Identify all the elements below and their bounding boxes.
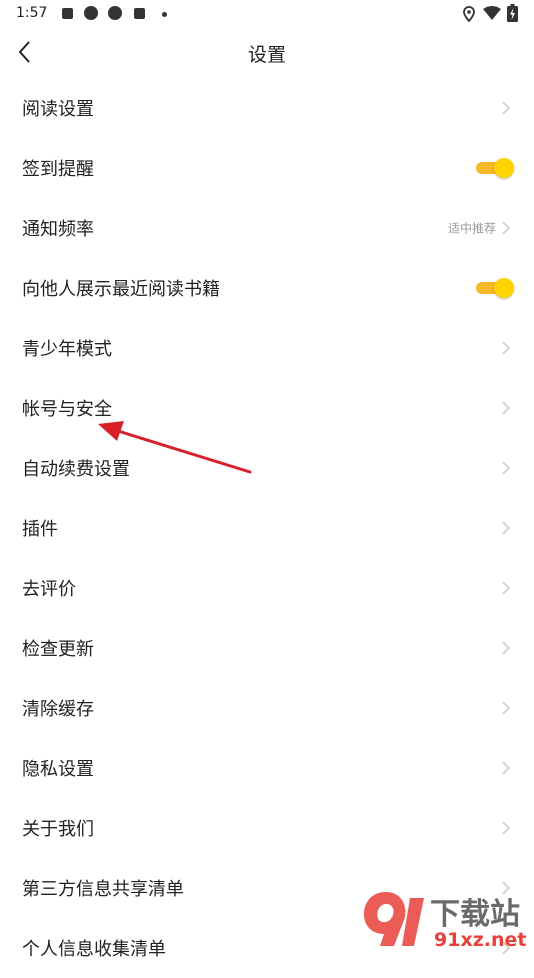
location-icon bbox=[463, 6, 475, 22]
settings-item-check-update[interactable]: 检查更新 bbox=[0, 618, 534, 678]
page-title: 设置 bbox=[247, 44, 286, 66]
settings-item-label: 检查更新 bbox=[22, 639, 94, 660]
settings-item-label: 插件 bbox=[22, 519, 58, 540]
show-recent-books-toggle[interactable] bbox=[476, 278, 514, 298]
dot-icon bbox=[162, 12, 167, 17]
chevron-right-icon bbox=[502, 101, 511, 115]
status-bar: 1:57 bbox=[0, 0, 534, 30]
settings-item-plugins[interactable]: 插件 bbox=[0, 498, 534, 558]
watermark-logo: 下载站 91xz.net bbox=[364, 892, 526, 950]
settings-item-label: 清除缓存 bbox=[22, 699, 94, 720]
settings-item-show-recent-books[interactable]: 向他人展示最近阅读书籍 bbox=[0, 258, 534, 318]
watermark-logo-text: 下载站 bbox=[430, 897, 520, 932]
chevron-right-icon bbox=[502, 641, 511, 655]
aperture-icon bbox=[84, 6, 98, 20]
chevron-right-icon bbox=[502, 581, 511, 595]
settings-item-account-security[interactable]: 帐号与安全 bbox=[0, 378, 534, 438]
aperture-icon bbox=[108, 6, 122, 20]
settings-item-about[interactable]: 关于我们 bbox=[0, 798, 534, 858]
settings-item-label: 关于我们 bbox=[22, 819, 94, 840]
chevron-right-icon bbox=[502, 521, 511, 535]
settings-item-checkin-reminder[interactable]: 签到提醒 bbox=[0, 138, 534, 198]
settings-item-label: 青少年模式 bbox=[22, 339, 112, 360]
status-time: 1:57 bbox=[16, 5, 48, 21]
battery-charging-icon bbox=[507, 4, 518, 22]
chevron-right-icon bbox=[502, 221, 511, 235]
settings-item-privacy[interactable]: 隐私设置 bbox=[0, 738, 534, 798]
settings-item-rate[interactable]: 去评价 bbox=[0, 558, 534, 618]
settings-item-label: 帐号与安全 bbox=[22, 399, 112, 420]
settings-item-label: 个人信息收集清单 bbox=[22, 939, 166, 960]
settings-item-teen-mode[interactable]: 青少年模式 bbox=[0, 318, 534, 378]
settings-item-label: 自动续费设置 bbox=[22, 459, 130, 480]
watermark-domain: 91xz.net bbox=[434, 929, 526, 950]
settings-item-auto-renew[interactable]: 自动续费设置 bbox=[0, 438, 534, 498]
chevron-right-icon bbox=[502, 761, 511, 775]
chevron-right-icon bbox=[502, 701, 511, 715]
toggle-knob bbox=[494, 158, 514, 178]
chevron-right-icon bbox=[502, 341, 511, 355]
settings-item-label: 向他人展示最近阅读书籍 bbox=[22, 279, 220, 300]
settings-item-notification-frequency[interactable]: 通知频率 适中推荐 bbox=[0, 198, 534, 258]
settings-item-value: 适中推荐 bbox=[447, 221, 496, 236]
wifi-icon bbox=[483, 6, 501, 20]
checkin-reminder-toggle[interactable] bbox=[476, 158, 514, 178]
chevron-right-icon bbox=[502, 401, 511, 415]
app-header: 设置 bbox=[0, 30, 534, 76]
chevron-right-icon bbox=[502, 821, 511, 835]
settings-item-label: 第三方信息共享清单 bbox=[22, 879, 184, 900]
settings-item-label: 隐私设置 bbox=[22, 759, 94, 780]
toggle-knob bbox=[494, 278, 514, 298]
settings-item-label: 通知频率 bbox=[22, 219, 94, 240]
settings-item-clear-cache[interactable]: 清除缓存 bbox=[0, 678, 534, 738]
settings-item-label: 阅读设置 bbox=[22, 99, 94, 120]
settings-item-label: 签到提醒 bbox=[22, 159, 94, 180]
stop-square-icon bbox=[134, 8, 145, 19]
chevron-right-icon bbox=[502, 461, 511, 475]
settings-item-label: 去评价 bbox=[22, 579, 76, 600]
settings-item-reading[interactable]: 阅读设置 bbox=[0, 78, 534, 138]
stop-square-icon bbox=[62, 8, 73, 19]
